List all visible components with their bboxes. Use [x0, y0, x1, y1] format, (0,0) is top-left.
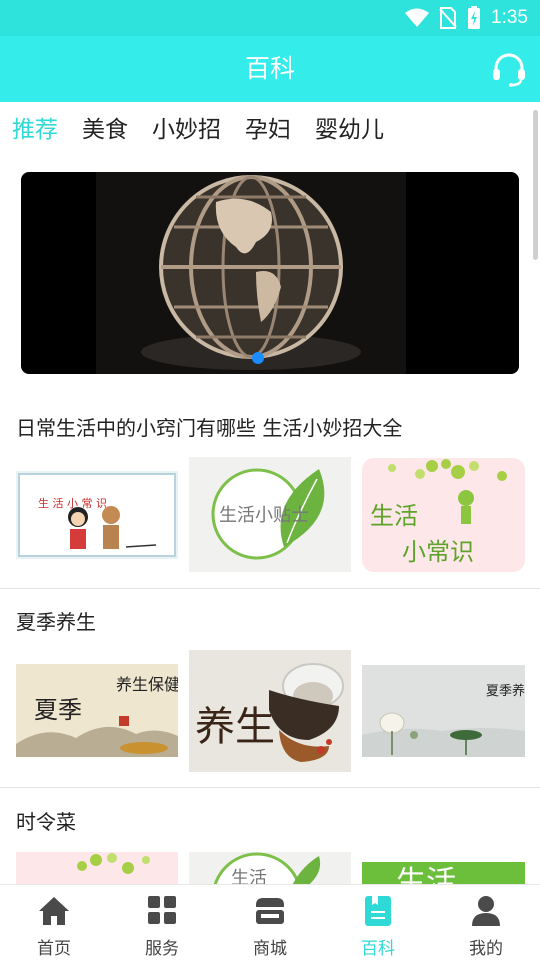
- section-title-summer-health[interactable]: 夏季养生: [16, 606, 96, 635]
- nav-store-label: 商城: [253, 939, 287, 959]
- headset-icon: [493, 53, 525, 87]
- grid-icon: [148, 896, 176, 924]
- battery-charging-icon: [468, 6, 481, 29]
- thumbnail-seasonal-3[interactable]: 生活: [362, 862, 525, 884]
- book-icon: [365, 896, 391, 926]
- section-title-life-tips[interactable]: 日常生活中的小窍门有哪些 生活小妙招大全: [16, 412, 402, 441]
- tab-food[interactable]: 美食: [82, 110, 128, 144]
- nav-home-label: 首页: [37, 939, 71, 959]
- status-icons: 1:35: [405, 4, 528, 32]
- globe-sculpture-image: [96, 172, 406, 374]
- thumbnail-leaf-tips[interactable]: 生活小贴士: [189, 457, 351, 572]
- svg-text:夏季: 夏季: [34, 696, 82, 724]
- thumbnail-herbs[interactable]: 养生: [189, 650, 351, 772]
- tab-infant[interactable]: 婴幼儿: [315, 110, 384, 144]
- tab-recommend[interactable]: 推荐: [12, 110, 58, 144]
- nav-profile[interactable]: 我的: [432, 885, 540, 960]
- thumbnail-summer-calligraphy[interactable]: 夏季 养生保健: [16, 664, 178, 757]
- tab-pregnancy[interactable]: 孕妇: [245, 110, 291, 144]
- home-icon: [39, 897, 69, 925]
- nav-encyclopedia-label: 百科: [361, 939, 395, 959]
- thumbnail-cartoon[interactable]: 生 活 小 常 识: [16, 471, 178, 559]
- nav-service[interactable]: 服务: [108, 885, 216, 960]
- category-tabs: 推荐 美食 小妙招 孕妇 婴幼儿: [0, 102, 540, 152]
- svg-text:生活: 生活: [396, 865, 456, 884]
- person-icon: [472, 896, 500, 926]
- svg-text:养生: 养生: [195, 704, 275, 750]
- carousel-indicator-dot[interactable]: [252, 352, 264, 364]
- status-bar: 1:35: [0, 0, 540, 36]
- thumbnail-lotus[interactable]: 夏季养生: [362, 665, 525, 757]
- svg-text:生活: 生活: [370, 502, 418, 530]
- scrollbar[interactable]: [533, 110, 538, 260]
- svg-text:生活小贴士: 生活小贴士: [219, 505, 309, 526]
- divider: [0, 588, 540, 589]
- divider: [0, 787, 540, 788]
- store-icon: [256, 898, 284, 924]
- svg-text:夏季养生: 夏季养生: [486, 683, 525, 699]
- thumbnail-life-knowledge[interactable]: 生活 小常识: [362, 458, 525, 572]
- bottom-navigation: 首页 服务 商城 百科 我的: [0, 884, 540, 960]
- section-title-seasonal-dishes[interactable]: 时令菜: [16, 806, 76, 835]
- wifi-icon: [405, 8, 430, 27]
- svg-text:生活: 生活: [231, 868, 267, 884]
- no-sim-icon: [439, 7, 457, 29]
- svg-text:小常识: 小常识: [402, 538, 474, 566]
- status-time: 1:35: [491, 7, 528, 28]
- page-title: 百科: [244, 54, 295, 83]
- svg-text:生 活 小 常 识: 生 活 小 常 识: [38, 496, 107, 510]
- nav-encyclopedia[interactable]: 百科: [324, 885, 432, 960]
- banner-carousel[interactable]: [21, 172, 519, 374]
- tab-tips[interactable]: 小妙招: [152, 110, 221, 144]
- thumbnail-seasonal-1[interactable]: [16, 852, 178, 884]
- nav-service-label: 服务: [145, 939, 179, 959]
- app-bar: 百科: [0, 36, 540, 102]
- thumbnail-seasonal-2[interactable]: 生活: [189, 852, 351, 884]
- nav-home[interactable]: 首页: [0, 885, 108, 960]
- svg-text:养生保健: 养生保健: [116, 675, 178, 694]
- nav-store[interactable]: 商城: [216, 885, 324, 960]
- nav-profile-label: 我的: [469, 939, 503, 959]
- customer-service-button[interactable]: [490, 50, 528, 88]
